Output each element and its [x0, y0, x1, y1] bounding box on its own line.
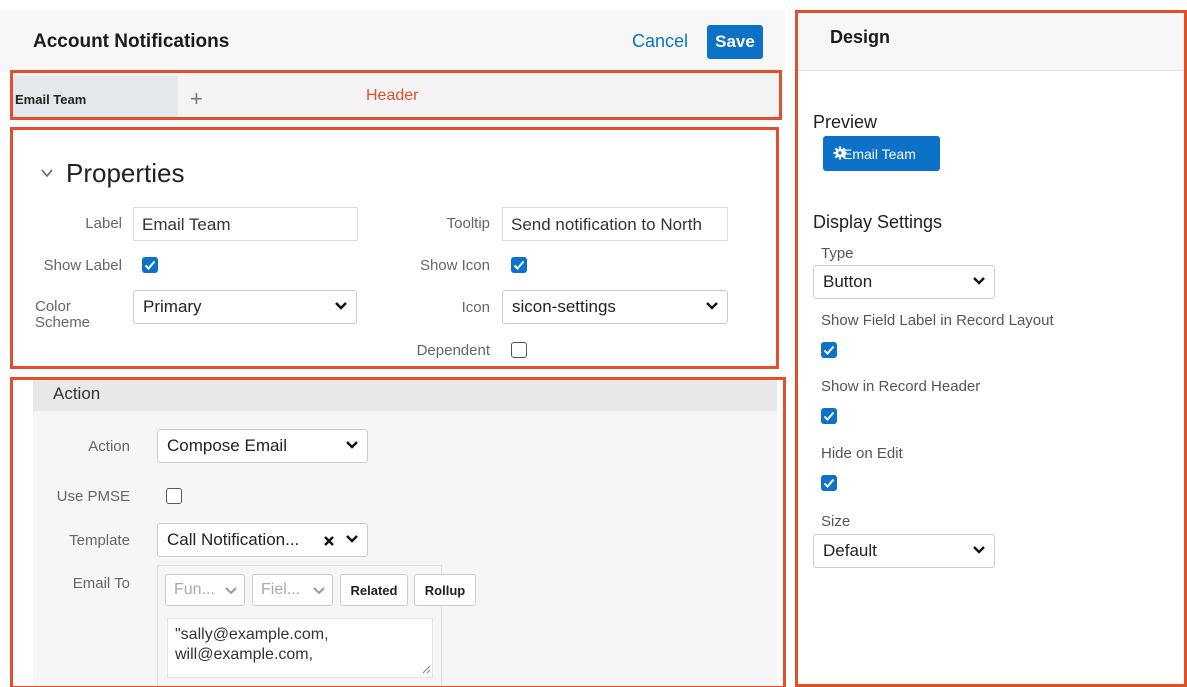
- cancel-button[interactable]: Cancel: [632, 31, 688, 52]
- header-highlight-box: [10, 70, 782, 120]
- properties-highlight-box: [10, 127, 779, 369]
- page-title: Account Notifications: [33, 31, 230, 52]
- save-button[interactable]: Save: [707, 25, 763, 59]
- action-highlight-box: [10, 377, 786, 687]
- design-highlight-box: [795, 10, 1187, 687]
